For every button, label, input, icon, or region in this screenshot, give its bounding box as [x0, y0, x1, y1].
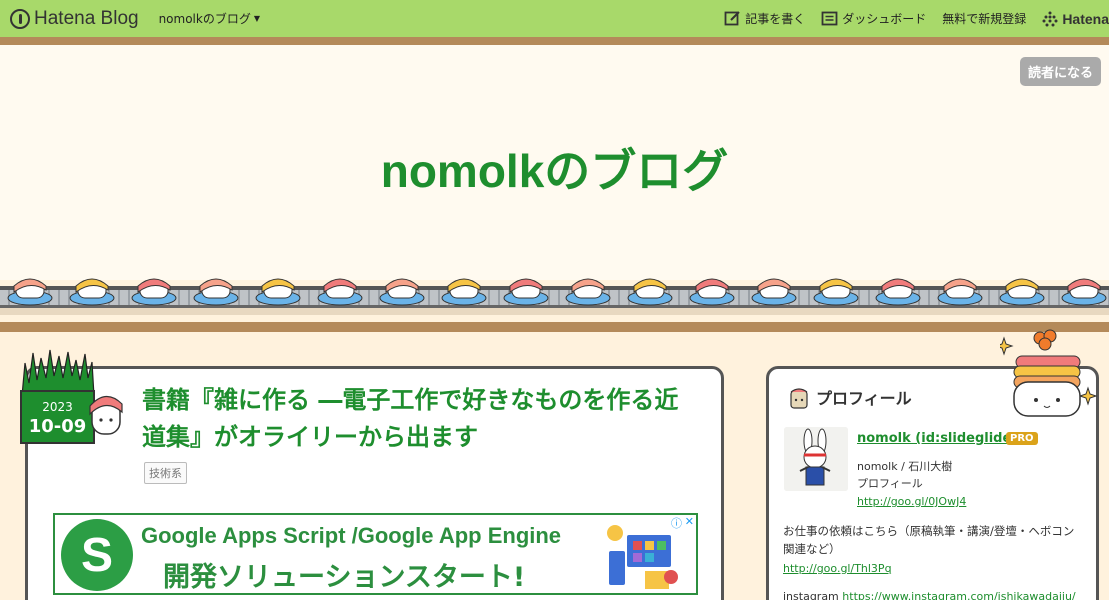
caret-down-icon: ▼ — [253, 14, 260, 23]
sushi-plate — [565, 278, 611, 306]
sushi-plate — [255, 278, 301, 306]
ad-close-icon[interactable]: ✕ — [685, 515, 694, 528]
sushi-plate — [875, 278, 921, 306]
blog-menu-dropdown[interactable]: nomolkのブログ ▼ — [159, 10, 260, 27]
rabbit-avatar-icon — [784, 427, 848, 491]
blog-title[interactable]: nomolkのブログ — [0, 135, 1109, 201]
subscribe-button[interactable]: 読者になる — [1019, 57, 1101, 86]
sushi-plate — [689, 278, 735, 306]
sushi-cup-icon — [790, 388, 808, 409]
profile-name-link[interactable]: nomolk (id:slideglide) — [857, 431, 1017, 446]
write-article-label: 記事を書く — [745, 12, 806, 26]
dashboard-label: ダッシュボード — [842, 12, 927, 26]
sushi-plate — [751, 278, 797, 306]
article-title[interactable]: 書籍『雑に作る ―電子工作で好きなものを作る近道集』がオライリーから出ます — [142, 382, 702, 456]
sushi-plate — [627, 278, 673, 306]
header-bottom-divider — [0, 322, 1109, 332]
ad-subheadline: 開発ソリューションスタート! — [163, 562, 526, 593]
sushi-conveyor-decoration — [0, 270, 1109, 315]
ad-illustration — [607, 525, 678, 589]
hatena-menu[interactable]: Hatena — [1042, 11, 1109, 27]
ad-info-icon[interactable]: ⓘ — [671, 515, 682, 531]
header-top-divider — [0, 37, 1109, 45]
avatar[interactable] — [784, 427, 848, 491]
date-month-day: 10-09 — [28, 416, 87, 437]
sushi-plate — [441, 278, 487, 306]
instagram-link[interactable]: https://www.instagram.com/ishikawadaiju/ — [842, 590, 1075, 600]
hatena-dots-icon — [1042, 11, 1058, 26]
sushi-plate — [813, 278, 859, 306]
sushi-plates — [7, 278, 1107, 306]
edit-icon — [724, 11, 740, 26]
sushi-plate — [317, 278, 363, 306]
pro-badge[interactable]: PRO — [1006, 432, 1038, 445]
date-year: 2023 — [42, 400, 73, 414]
request-text: お仕事の依頼はこちら（原稿執筆・講演/登壇・ヘボコン関連など） — [783, 524, 1075, 556]
logo-text: Hatena Blog — [34, 7, 139, 29]
sushi-plate — [999, 278, 1045, 306]
category-tag[interactable]: 技術系 — [144, 462, 187, 484]
sushi-plate — [193, 278, 239, 306]
sushi-plate — [1061, 278, 1107, 306]
blog-header: 読者になる nomolkのブログ — [0, 45, 1109, 280]
signup-link[interactable]: 無料で新規登録 — [942, 10, 1026, 27]
profile-subname: nomolk / 石川大樹 — [857, 460, 953, 473]
date-badge: 2023 10-09 — [20, 348, 95, 444]
dashboard-link[interactable]: ダッシュボード — [821, 10, 926, 27]
ad-logo: S — [61, 519, 133, 591]
profile-heading-label: プロフィール — [816, 389, 912, 408]
ad-headline: Google Apps Script /Google App Engine — [141, 523, 562, 548]
blog-menu-label: nomolkのブログ — [158, 12, 251, 26]
sushi-plate — [503, 278, 549, 306]
sushi-plate — [131, 278, 177, 306]
hatena-label: Hatena — [1062, 10, 1109, 27]
hatena-blog-logo[interactable]: Hatena Blog — [10, 8, 139, 30]
sushi-plate — [7, 278, 53, 306]
hatena-logo-icon — [10, 8, 30, 29]
instagram-label: instagram — [783, 590, 839, 600]
write-article-link[interactable]: 記事を書く — [724, 10, 805, 27]
ad-banner[interactable]: S Google Apps Script /Google App Engine … — [53, 513, 698, 595]
profile-heading: プロフィール — [786, 384, 912, 410]
dashboard-icon — [821, 11, 838, 26]
request-url-link[interactable]: http://goo.gl/Thl3Pq — [783, 562, 892, 575]
profile-url-link[interactable]: http://goo.gl/0JOwJ4 — [857, 495, 966, 508]
sushi-stack-mascot-icon — [1000, 329, 1098, 417]
signup-label: 無料で新規登録 — [942, 12, 1027, 26]
profile-label: プロフィール — [857, 477, 923, 490]
sushi-mascot-icon — [89, 395, 123, 435]
sushi-plate — [937, 278, 983, 306]
instagram-line: instagram https://www.instagram.com/ishi… — [783, 590, 1076, 600]
sushi-plate — [69, 278, 115, 306]
sushi-plate — [379, 278, 425, 306]
hatena-topbar: Hatena Blog nomolkのブログ ▼ 記事を書く ダッシュボード 無… — [0, 0, 1109, 37]
